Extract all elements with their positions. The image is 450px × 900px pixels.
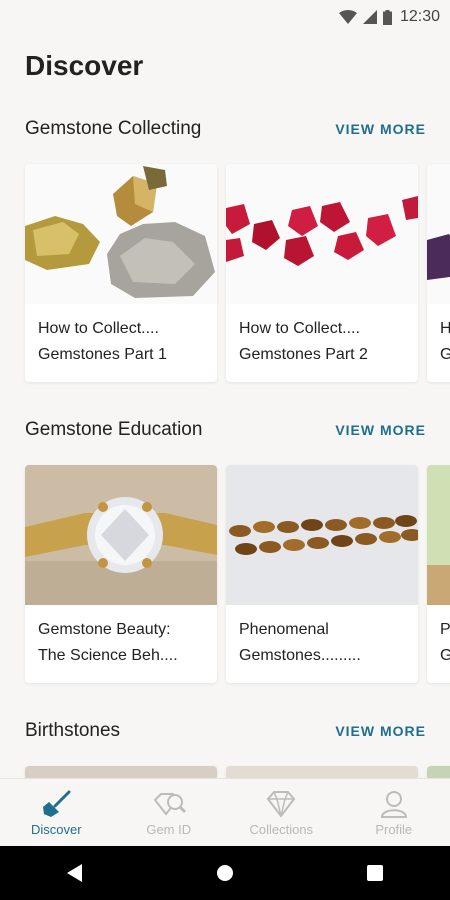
nav-label: Collections — [249, 821, 314, 837]
diamond-icon — [266, 790, 296, 818]
section-title: Birthstones — [25, 720, 121, 741]
card-title: Gemstone Beauty: The Science Beh.... — [38, 621, 178, 664]
battery-icon — [382, 9, 392, 25]
view-more-button[interactable]: VIEW MORE — [335, 422, 426, 438]
nav-label: Profile — [375, 821, 413, 837]
page-title: Discover — [25, 50, 144, 81]
nav-label: Gem ID — [146, 821, 192, 837]
article-card[interactable]: P G — [427, 465, 450, 683]
nav-profile[interactable]: Profile — [338, 779, 450, 847]
back-icon[interactable] — [66, 864, 84, 882]
section-gemstone-collecting: Gemstone Collecting VIEW MORE How to Col… — [0, 118, 450, 382]
card-title: How to Collect.... Gemstones Part 2 — [239, 320, 368, 363]
nav-collections[interactable]: Collections — [225, 779, 338, 847]
shovel-icon — [43, 790, 71, 817]
bottom-nav: Discover Gem ID Collections Profile — [0, 778, 450, 847]
article-card[interactable]: How to Collect.... Gemstones Part 1 — [25, 164, 217, 382]
section-header: Gemstone Collecting VIEW MORE — [0, 118, 450, 148]
card-image-spinel — [226, 164, 418, 304]
nav-gem-id[interactable]: Gem ID — [113, 779, 226, 847]
article-card[interactable]: Phenomenal Gemstones......... — [226, 465, 418, 683]
article-card[interactable]: Gemstone Beauty: The Science Beh.... — [25, 465, 217, 683]
home-icon[interactable] — [216, 864, 234, 882]
card-title: Phenomenal Gemstones......... — [239, 621, 361, 664]
section-title: Gemstone Education — [25, 419, 203, 440]
section-gemstone-education: Gemstone Education VIEW MORE Gemstone Be… — [0, 419, 450, 683]
view-more-button[interactable]: VIEW MORE — [335, 723, 426, 739]
signal-icon — [362, 10, 377, 24]
nav-label: Discover — [30, 821, 82, 837]
card-row: Gemstone Beauty: The Science Beh.... Phe… — [25, 465, 450, 683]
status-bar: 12:30 — [0, 0, 450, 34]
article-card[interactable]: H G — [427, 164, 450, 382]
profile-icon — [380, 790, 407, 818]
card-image-beads — [226, 465, 418, 605]
android-nav-bar — [0, 846, 450, 900]
card-title: H G — [440, 320, 450, 363]
card-image-pyrite — [25, 164, 217, 304]
section-birthstones: Birthstones VIEW MORE — [0, 720, 450, 780]
article-card[interactable]: How to Collect.... Gemstones Part 2 — [226, 164, 418, 382]
section-title: Gemstone Collecting — [25, 118, 202, 139]
status-time: 12:30 — [399, 8, 440, 25]
gem-search-icon — [153, 792, 186, 816]
card-image-partial — [427, 465, 450, 605]
nav-discover[interactable]: Discover — [0, 779, 113, 847]
card-row: How to Collect.... Gemstones Part 1 How … — [25, 164, 450, 382]
section-header: Birthstones VIEW MORE — [0, 720, 450, 750]
recents-icon[interactable] — [366, 864, 384, 882]
card-image-ring — [25, 465, 217, 605]
card-title: P G — [440, 621, 450, 664]
section-header: Gemstone Education VIEW MORE — [0, 419, 450, 449]
card-title: How to Collect.... Gemstones Part 1 — [38, 320, 167, 363]
card-image-partial — [427, 164, 450, 304]
view-more-button[interactable]: VIEW MORE — [335, 121, 426, 137]
wifi-icon — [338, 10, 357, 24]
